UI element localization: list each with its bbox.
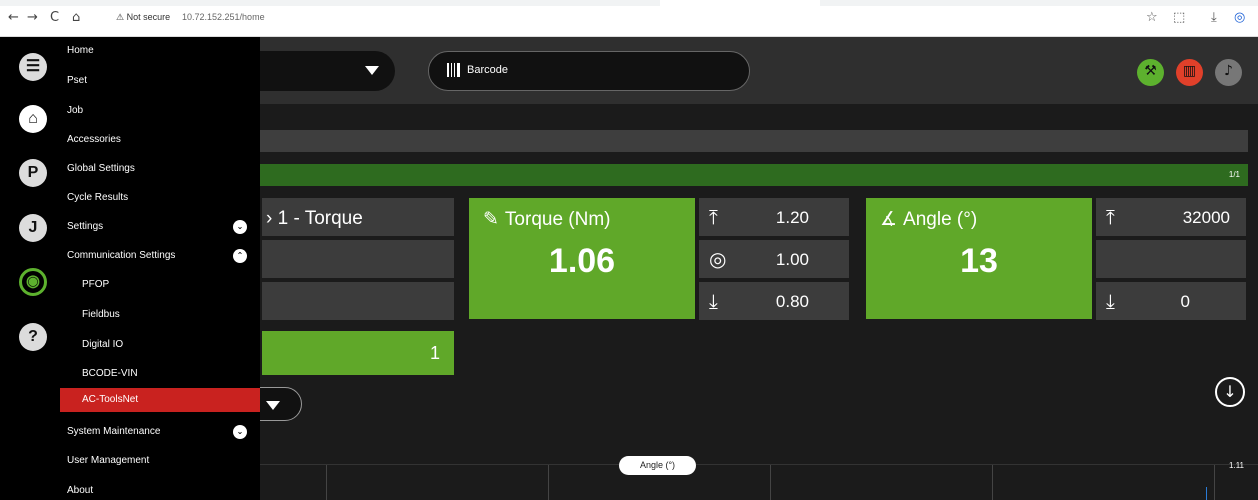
chevron-down-icon[interactable]: ⌄: [233, 220, 247, 234]
torque-min-limit: ⤓ 0.80: [699, 282, 849, 320]
arrow-down-limit-icon: ⤓: [1106, 289, 1115, 313]
angle-max-limit: ⤒ 32000: [1096, 198, 1246, 236]
torque-target: ◎ 1.00: [699, 240, 849, 278]
sidebar-item-pfop[interactable]: PFOP: [82, 277, 109, 293]
sidebar-item-job[interactable]: Job: [67, 103, 83, 119]
sidebar-item-fieldbus[interactable]: Fieldbus: [82, 307, 120, 323]
batch-counter: 1: [262, 331, 454, 375]
chevron-down-icon: [365, 66, 379, 75]
url-text[interactable]: 10.72.152.251/home: [182, 12, 265, 22]
app-window: Barcode ⚒ ▥ ♪ 1/1 › 1 - Torque 1 ✎ Torque…: [0, 37, 1258, 500]
angle-icon: ∡: [880, 208, 898, 230]
sidebar-item-system-maintenance[interactable]: System Maintenance: [67, 424, 160, 440]
home-button[interactable]: ⌂: [72, 10, 80, 26]
download-icon[interactable]: ↓: [1215, 377, 1245, 407]
target-icon: ◎: [709, 247, 727, 271]
sidebar-item-about[interactable]: About: [67, 483, 93, 499]
sidebar-item-global-settings[interactable]: Global Settings: [67, 161, 135, 177]
sidebar-item-home[interactable]: Home: [67, 43, 94, 59]
download-icon[interactable]: ⤓: [1211, 10, 1217, 25]
angle-toggle[interactable]: Angle (°): [619, 456, 696, 475]
sidebar-item-accessories[interactable]: Accessories: [67, 132, 121, 148]
wrench-icon: ✎: [483, 208, 499, 230]
star-icon[interactable]: ☆: [1146, 10, 1158, 25]
browser-toolbar: ← → C ⌂ ⚠ Not secure 10.72.152.251/home …: [0, 0, 1258, 37]
angle-value: 13: [960, 242, 998, 280]
angle-label: Angle (°): [903, 209, 978, 230]
angle-target: [1096, 240, 1246, 278]
bell-icon[interactable]: ♪: [1215, 59, 1242, 86]
y-axis-tick: 1.11: [1229, 461, 1244, 470]
menu-icon[interactable]: ☰: [19, 53, 47, 81]
batch-count: 1: [429, 343, 440, 363]
info-strip: [260, 130, 1248, 152]
tool-status-icon[interactable]: ⚒: [1137, 59, 1164, 86]
security-indicator[interactable]: ⚠ Not secure: [116, 12, 170, 23]
sidebar-menu: Home Pset Job Accessories Global Setting…: [52, 37, 260, 500]
user-icon[interactable]: ◉: [19, 268, 47, 296]
sidebar-item-digital-io[interactable]: Digital IO: [82, 337, 123, 353]
pset-selector[interactable]: [240, 51, 395, 91]
batch-progress-bar: 1/1: [260, 164, 1248, 186]
torque-result: ✎ Torque (Nm) 1.06: [469, 198, 695, 319]
sidebar-item-bcode-vin[interactable]: BCODE-VIN: [82, 366, 138, 382]
torque-header: ✎ Torque (Nm): [483, 208, 611, 231]
job-icon[interactable]: J: [19, 214, 47, 242]
barcode-label: Barcode: [467, 64, 508, 76]
forward-button[interactable]: →: [27, 10, 38, 26]
reload-button[interactable]: C: [50, 10, 59, 26]
help-icon[interactable]: ?: [19, 323, 47, 351]
pset-info-row: [262, 282, 454, 320]
home-icon[interactable]: ⌂: [19, 105, 47, 133]
angle-min-value: 0: [1180, 292, 1190, 311]
extensions-icon[interactable]: ⬚: [1173, 10, 1185, 25]
torque-min-value: 0.80: [775, 292, 809, 311]
profile-icon[interactable]: ◎: [1234, 10, 1245, 25]
back-button[interactable]: ←: [8, 10, 19, 26]
sidebar-item-pset[interactable]: Pset: [67, 73, 87, 89]
chevron-down-icon: [266, 401, 280, 410]
arrow-up-limit-icon: ⤒: [709, 205, 718, 229]
pset-title: › 1 - Torque: [262, 198, 454, 236]
sidebar-item-communication-settings[interactable]: Communication Settings: [67, 248, 175, 264]
angle-max-value: 32000: [1182, 208, 1230, 227]
arrow-down-limit-icon: ⤓: [709, 289, 718, 313]
pset-icon[interactable]: P: [19, 159, 47, 187]
torque-max-value: 1.20: [775, 208, 809, 227]
angle-min-limit: ⤓ 0: [1096, 282, 1246, 320]
arrow-up-limit-icon: ⤒: [1106, 205, 1115, 229]
chevron-down-icon[interactable]: ⌄: [233, 425, 247, 439]
angle-result: ∡ Angle (°) 13: [866, 198, 1092, 319]
torque-label: Torque (Nm): [504, 209, 611, 230]
sidebar-item-cycle-results[interactable]: Cycle Results: [67, 190, 128, 206]
pset-info-row: [262, 240, 454, 278]
trace-line: [1206, 487, 1207, 500]
sidebar-item-ac-toolsnet[interactable]: AC-ToolsNet: [60, 388, 260, 412]
sidebar-item-settings[interactable]: Settings: [67, 219, 103, 235]
tab-strip: [0, 0, 1258, 6]
barcode-icon: [447, 63, 460, 77]
torque-max-limit: ⤒ 1.20: [699, 198, 849, 236]
factory-status-icon[interactable]: ▥: [1176, 59, 1203, 86]
pset-title-text: 1 - Torque: [277, 208, 363, 229]
progress-count: 1/1: [1228, 170, 1240, 179]
chevron-up-icon[interactable]: ⌃: [233, 249, 247, 263]
pset-prefix: ›: [266, 208, 278, 229]
trace-chart: 1.11: [260, 461, 1258, 500]
angle-header: ∡ Angle (°): [880, 208, 977, 231]
torque-value: 1.06: [548, 242, 616, 280]
torque-target-value: 1.00: [775, 250, 809, 269]
sidebar-item-user-management[interactable]: User Management: [67, 453, 149, 469]
barcode-input[interactable]: Barcode: [428, 51, 750, 91]
